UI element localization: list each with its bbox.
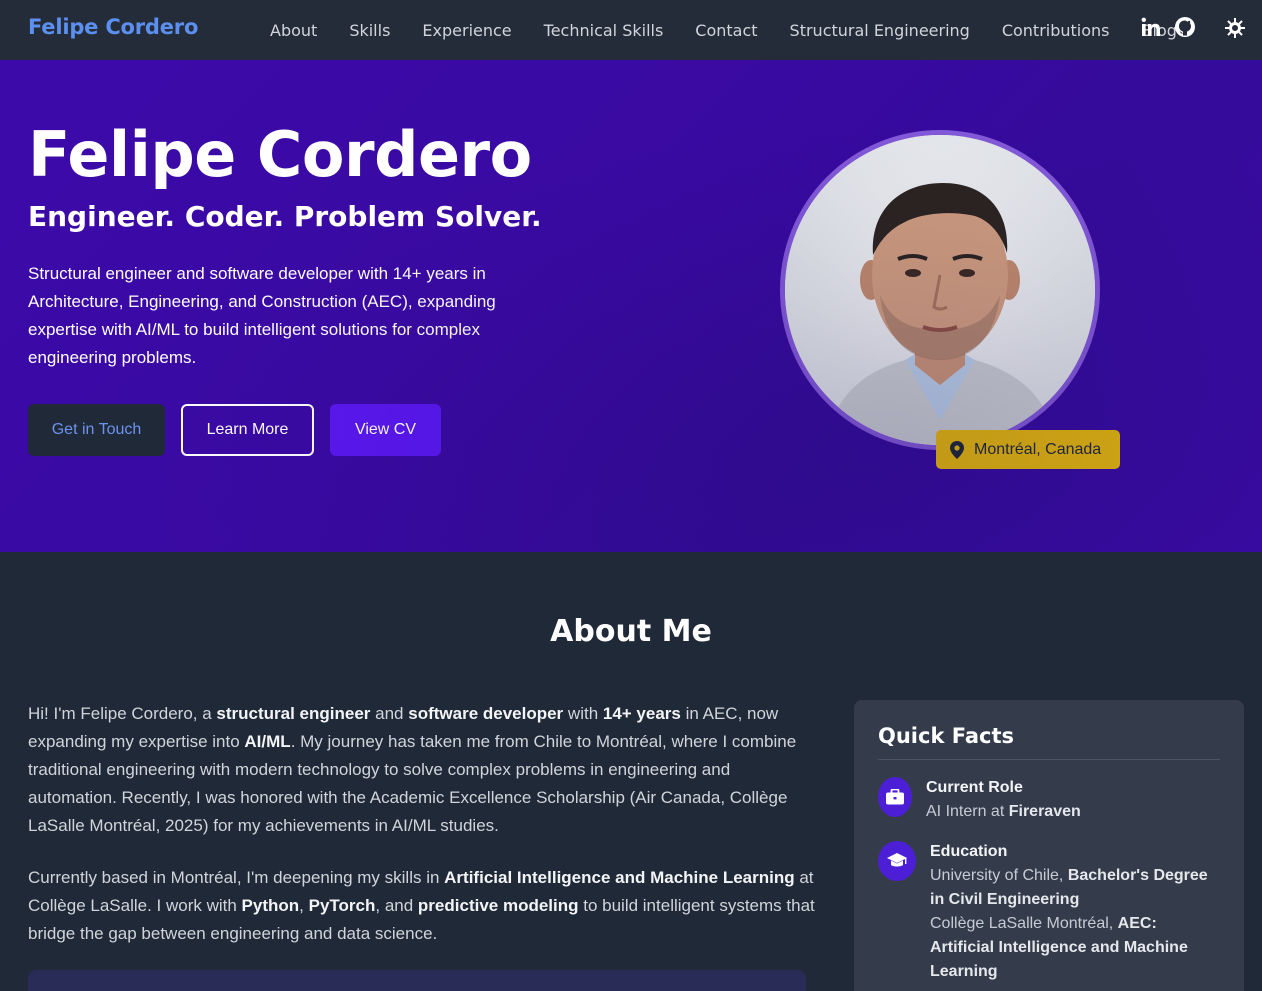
github-icon[interactable]: [1174, 16, 1196, 38]
get-in-touch-button[interactable]: Get in Touch: [28, 404, 165, 456]
about-paragraph-2: Currently based in Montréal, I'm deepeni…: [28, 868, 815, 943]
linkedin-icon[interactable]: [1140, 16, 1162, 38]
hero-name: Felipe Cordero: [28, 118, 532, 191]
about-section-title: About Me: [550, 614, 712, 649]
learn-more-button[interactable]: Learn More: [181, 404, 314, 456]
fact-value-education-1: University of Chile, Bachelor's Degree i…: [930, 867, 1208, 908]
profile-photo: [780, 130, 1100, 450]
nav-links: About Skills Experience Technical Skills…: [254, 0, 1193, 60]
about-paragraph-1: Hi! I'm Felipe Cordero, a structural eng…: [28, 704, 797, 835]
top-navbar: Felipe Cordero About Skills Experience T…: [0, 0, 1262, 60]
nav-link-structural-engineering[interactable]: Structural Engineering: [774, 21, 986, 40]
hero-tagline: Engineer. Coder. Problem Solver.: [28, 200, 542, 233]
quick-facts-title: Quick Facts: [878, 724, 1014, 748]
view-cv-button[interactable]: View CV: [330, 404, 441, 456]
quick-facts-divider: [878, 759, 1220, 760]
nav-link-contributions[interactable]: Contributions: [986, 21, 1126, 40]
hero-section: Felipe Cordero Engineer. Coder. Problem …: [0, 60, 1262, 552]
nav-link-about[interactable]: About: [254, 21, 333, 40]
map-pin-icon: [950, 440, 964, 459]
about-highlight-card: [28, 970, 806, 991]
theme-toggle-icon[interactable]: [1225, 18, 1247, 40]
nav-link-experience[interactable]: Experience: [406, 21, 527, 40]
quick-facts-card: Quick Facts Current Role AI Intern at Fi…: [854, 700, 1244, 991]
fact-value-education-2: Collège LaSalle Montréal, AEC: Artificia…: [930, 915, 1188, 980]
nav-link-contact[interactable]: Contact: [679, 21, 773, 40]
hero-description: Structural engineer and software develop…: [28, 264, 496, 367]
fact-label-education: Education: [930, 843, 1008, 860]
graduation-cap-icon: [878, 841, 916, 881]
location-text: Montréal, Canada: [974, 440, 1102, 458]
avatar-portrait: [785, 135, 1095, 445]
nav-link-technical-skills[interactable]: Technical Skills: [528, 21, 680, 40]
nav-link-skills[interactable]: Skills: [333, 21, 406, 40]
fact-value-current-role: AI Intern at Fireraven: [926, 803, 1081, 820]
location-badge: Montréal, Canada: [936, 430, 1120, 469]
social-icons: [1140, 16, 1196, 38]
brand-logo[interactable]: Felipe Cordero: [28, 15, 198, 39]
briefcase-icon: [878, 777, 912, 817]
fact-label-current-role: Current Role: [926, 779, 1023, 796]
